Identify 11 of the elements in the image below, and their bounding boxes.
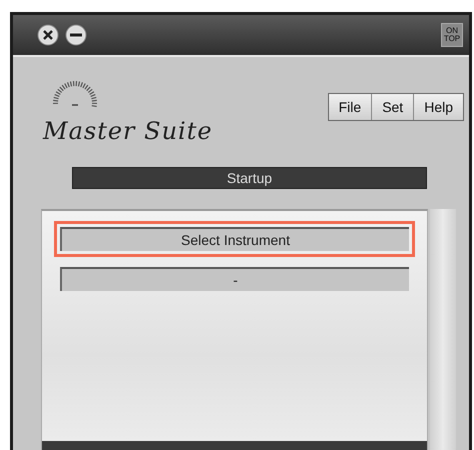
menu-button[interactable]: Help	[414, 94, 463, 120]
on-top-button[interactable]: ON TOP	[441, 23, 463, 47]
menu-button[interactable]: Set	[372, 94, 414, 120]
scroll-bar[interactable]	[430, 209, 456, 450]
menu-button[interactable]: File	[328, 94, 372, 120]
list-item[interactable]: -	[60, 267, 409, 291]
list-item[interactable]: Select Instrument	[60, 227, 409, 251]
app-logo-text: Master Suite	[43, 117, 213, 145]
close-icon[interactable]	[37, 24, 59, 46]
status-bar: Startup	[72, 167, 427, 189]
minimize-icon[interactable]	[65, 24, 87, 46]
